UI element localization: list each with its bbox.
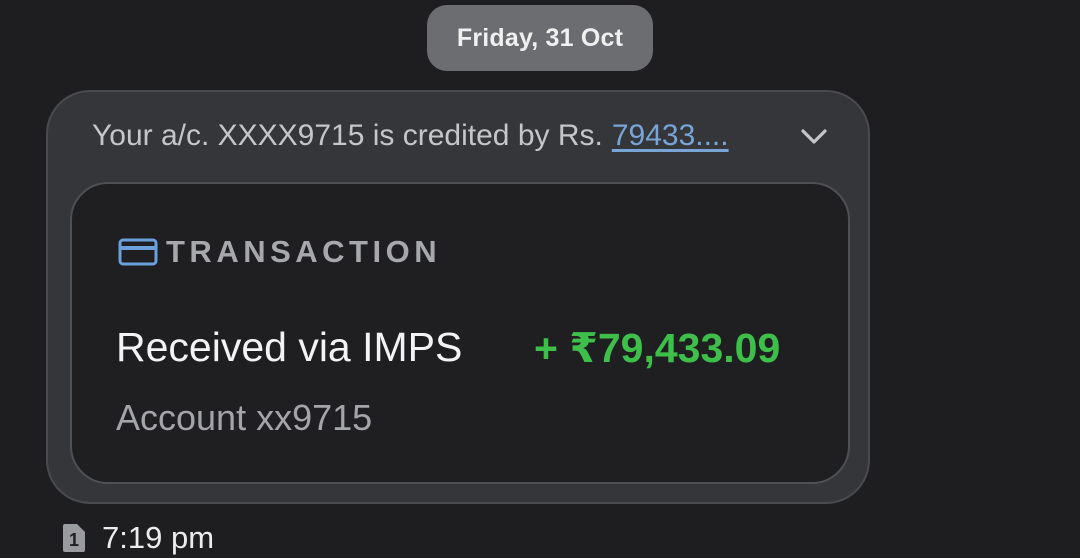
transaction-card-label: TRANSACTION xyxy=(166,234,442,269)
expand-message-button[interactable] xyxy=(796,122,832,152)
credit-card-icon xyxy=(118,238,158,266)
transaction-title: Received via IMPS xyxy=(116,324,463,370)
transaction-card[interactable]: TRANSACTION Received via IMPS + ₹79,433.… xyxy=(70,182,850,484)
chevron-down-icon xyxy=(801,129,827,144)
sim-1-icon: 1 xyxy=(62,523,86,553)
date-divider-chip: Friday, 31 Oct xyxy=(427,5,653,71)
message-thread: Friday, 31 Oct Your a/c. XXXX9715 is cre… xyxy=(0,0,1080,558)
transaction-amount: + ₹79,433.09 xyxy=(534,325,781,371)
message-meta: 1 7:19 pm xyxy=(62,518,214,558)
sim-slot-number: 1 xyxy=(69,530,79,550)
message-preview: Your a/c. XXXX9715 is credited by Rs. 79… xyxy=(92,116,729,156)
message-bubble[interactable]: Your a/c. XXXX9715 is credited by Rs. 79… xyxy=(46,90,870,504)
message-time: 7:19 pm xyxy=(102,520,215,555)
amount-link[interactable]: 79433.... xyxy=(612,119,729,153)
transaction-card-header: TRANSACTION xyxy=(118,234,441,270)
transaction-account: Account xx9715 xyxy=(116,397,373,438)
preview-text: Your a/c. XXXX9715 is credited by Rs. xyxy=(92,119,603,152)
date-label: Friday, 31 Oct xyxy=(456,23,624,52)
